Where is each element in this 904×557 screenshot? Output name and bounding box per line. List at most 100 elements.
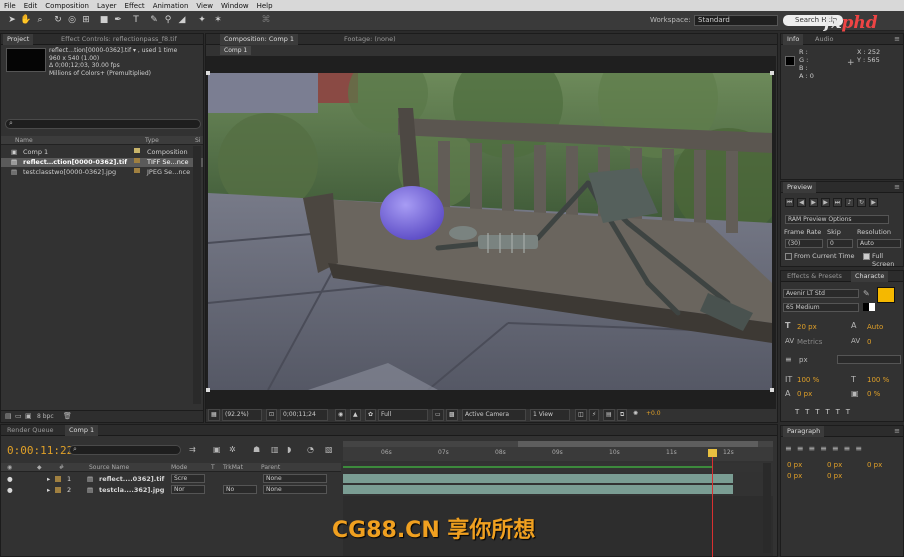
tsume-value[interactable]: 0 % bbox=[867, 390, 880, 398]
eyedropper-icon[interactable]: ✎ bbox=[863, 289, 870, 298]
timeline-scrollbar[interactable] bbox=[763, 463, 771, 553]
roto-brush-tool-icon[interactable]: ✦ bbox=[196, 14, 208, 26]
col-parent[interactable]: Parent bbox=[261, 463, 280, 472]
graph-editor-icon[interactable]: ▧ bbox=[325, 445, 333, 454]
fill-color-swatch[interactable] bbox=[877, 287, 895, 303]
panel-menu-icon[interactable]: ≡ bbox=[894, 427, 900, 435]
tab-preview[interactable]: Preview bbox=[783, 182, 817, 193]
tracking-value[interactable]: 0 bbox=[867, 338, 871, 346]
hide-shy-icon[interactable]: ☗ bbox=[253, 445, 260, 454]
motion-blur-icon[interactable]: ◗ bbox=[287, 445, 291, 454]
font-style-select[interactable]: 65 Medium bbox=[783, 303, 859, 312]
trkmat-select[interactable]: No bbox=[223, 485, 257, 494]
show-snapshot-icon[interactable]: ▲ bbox=[350, 409, 361, 421]
project-item[interactable]: ▣ Comp 1 Composition bbox=[1, 148, 203, 157]
tab-paragraph[interactable]: Paragraph bbox=[783, 426, 825, 437]
zoom-tool-icon[interactable]: ⌕ bbox=[34, 14, 46, 26]
ram-preview-options-select[interactable]: RAM Preview Options bbox=[785, 215, 889, 224]
leading-value[interactable]: Auto bbox=[867, 323, 883, 331]
expand-icon[interactable]: ▸ bbox=[47, 474, 50, 484]
frame-rate-select[interactable]: (30) bbox=[785, 239, 823, 248]
layer-row[interactable]: ● ▸ 2 ▤ testcla....362].jpg Nor No None bbox=[1, 485, 341, 495]
label-swatch[interactable] bbox=[55, 487, 61, 493]
interpret-footage-icon[interactable]: ▤ bbox=[5, 412, 12, 420]
type-tool-icon[interactable]: T bbox=[130, 14, 142, 26]
live-update-icon[interactable]: ▣ bbox=[213, 445, 221, 454]
black-white-swatch[interactable] bbox=[863, 303, 875, 311]
menu-edit[interactable]: Edit bbox=[20, 2, 42, 10]
exposure-icon[interactable]: ✺ bbox=[631, 409, 640, 421]
pen-tool-icon[interactable]: ✒ bbox=[112, 14, 124, 26]
play-icon[interactable]: ▶ bbox=[809, 198, 818, 207]
parent-select[interactable]: None bbox=[263, 485, 327, 494]
first-frame-icon[interactable]: ⏮ bbox=[785, 198, 794, 207]
from-current-checkbox[interactable] bbox=[785, 253, 792, 260]
playhead-line[interactable] bbox=[712, 449, 713, 557]
new-comp-icon[interactable]: ▣ bbox=[25, 412, 32, 420]
indent-right-value[interactable]: 0 px bbox=[867, 461, 882, 469]
label-swatch[interactable] bbox=[134, 168, 140, 173]
pan-behind-tool-icon[interactable]: ⊞ bbox=[80, 14, 92, 26]
brush-tool-icon[interactable]: ✎ bbox=[148, 14, 160, 26]
resolution-select[interactable]: Auto bbox=[857, 239, 901, 248]
resolution-select[interactable]: Full bbox=[378, 409, 428, 421]
project-scrollbar[interactable] bbox=[193, 146, 201, 404]
next-frame-icon[interactable]: ▶ bbox=[821, 198, 830, 207]
zoom-select[interactable]: (92.2%) bbox=[222, 409, 262, 421]
stroke-width-value[interactable]: px bbox=[799, 356, 808, 364]
tab-footage[interactable]: Footage: (none) bbox=[340, 34, 400, 45]
tab-render-queue[interactable]: Render Queue bbox=[3, 425, 58, 436]
view-layout-select[interactable]: 1 View bbox=[530, 409, 570, 421]
col-source-name[interactable]: Source Name bbox=[89, 463, 129, 472]
trash-icon[interactable]: 🗑 bbox=[63, 412, 72, 420]
frame-handle[interactable] bbox=[206, 71, 210, 75]
layer-row[interactable]: ● ▸ 1 ▤ reflect....0362].tif Scre None bbox=[1, 474, 341, 484]
hand-tool-icon[interactable]: ✋ bbox=[20, 14, 32, 26]
ram-preview-icon[interactable]: ▶ bbox=[869, 198, 878, 207]
skip-select[interactable]: 0 bbox=[827, 239, 853, 248]
last-frame-icon[interactable]: ⏭ bbox=[833, 198, 842, 207]
previous-frame-icon[interactable]: ◀ bbox=[797, 198, 806, 207]
composition-mini-flowchart-icon[interactable]: ⇉ bbox=[189, 445, 196, 454]
eye-icon[interactable]: ● bbox=[7, 485, 13, 495]
eraser-tool-icon[interactable]: ◢ bbox=[176, 14, 188, 26]
col-t[interactable]: T bbox=[211, 463, 215, 472]
region-of-interest-icon[interactable]: ▭ bbox=[432, 409, 444, 421]
tab-comp-1[interactable]: Comp 1 bbox=[65, 425, 99, 436]
label-swatch[interactable] bbox=[134, 148, 140, 153]
horizontal-scale-value[interactable]: 100 % bbox=[867, 376, 889, 384]
space-before-value[interactable]: 0 px bbox=[787, 472, 802, 480]
indent-left-value[interactable]: 0 px bbox=[787, 461, 802, 469]
menu-help[interactable]: Help bbox=[253, 2, 277, 10]
label-swatch[interactable] bbox=[55, 476, 61, 482]
kerning-value[interactable]: Metrics bbox=[797, 338, 822, 346]
rectangle-tool-icon[interactable]: ■ bbox=[98, 14, 110, 26]
rotate-tool-icon[interactable]: ↻ bbox=[52, 14, 64, 26]
exposure-value[interactable]: +0.0 bbox=[644, 409, 663, 421]
camera-tool-icon[interactable]: ◎ bbox=[66, 14, 78, 26]
alignment-buttons[interactable]: ≡≡≡≡≡≡≡ bbox=[785, 444, 867, 453]
pixel-aspect-icon[interactable]: ◫ bbox=[575, 409, 587, 421]
font-size-value[interactable]: 20 px bbox=[797, 323, 817, 331]
loop-icon[interactable]: ↻ bbox=[857, 198, 866, 207]
col-trkmat[interactable]: TrkMat bbox=[223, 463, 243, 472]
snapshot-icon[interactable]: ◉ bbox=[335, 409, 347, 421]
tab-project[interactable]: Project bbox=[3, 34, 34, 45]
timeline-icon[interactable]: ▤ bbox=[603, 409, 615, 421]
col-name[interactable]: Name bbox=[15, 136, 33, 145]
project-search-input[interactable]: ⌕ bbox=[5, 119, 201, 129]
tab-effects-presets[interactable]: Effects & Presets bbox=[783, 271, 846, 282]
fast-previews-icon[interactable]: ⚡ bbox=[589, 409, 600, 421]
flowchart-icon[interactable]: ⧉ bbox=[617, 409, 628, 421]
vertical-scale-value[interactable]: 100 % bbox=[797, 376, 819, 384]
toggle-guides-icon[interactable]: ⊡ bbox=[266, 409, 278, 421]
audio-icon[interactable]: ♪ bbox=[845, 198, 854, 207]
blend-mode-select[interactable]: Nor bbox=[171, 485, 205, 494]
tab-audio[interactable]: Audio bbox=[811, 34, 837, 45]
current-time-display[interactable]: 0;00;11;24 bbox=[280, 409, 328, 421]
tab-effect-controls[interactable]: Effect Controls: reflectionpass_f8.tif bbox=[57, 34, 181, 45]
menu-animation[interactable]: Animation bbox=[149, 2, 193, 10]
space-after-value[interactable]: 0 px bbox=[827, 472, 842, 480]
layer-bar[interactable] bbox=[343, 474, 733, 483]
tab-info[interactable]: Info bbox=[783, 34, 804, 45]
